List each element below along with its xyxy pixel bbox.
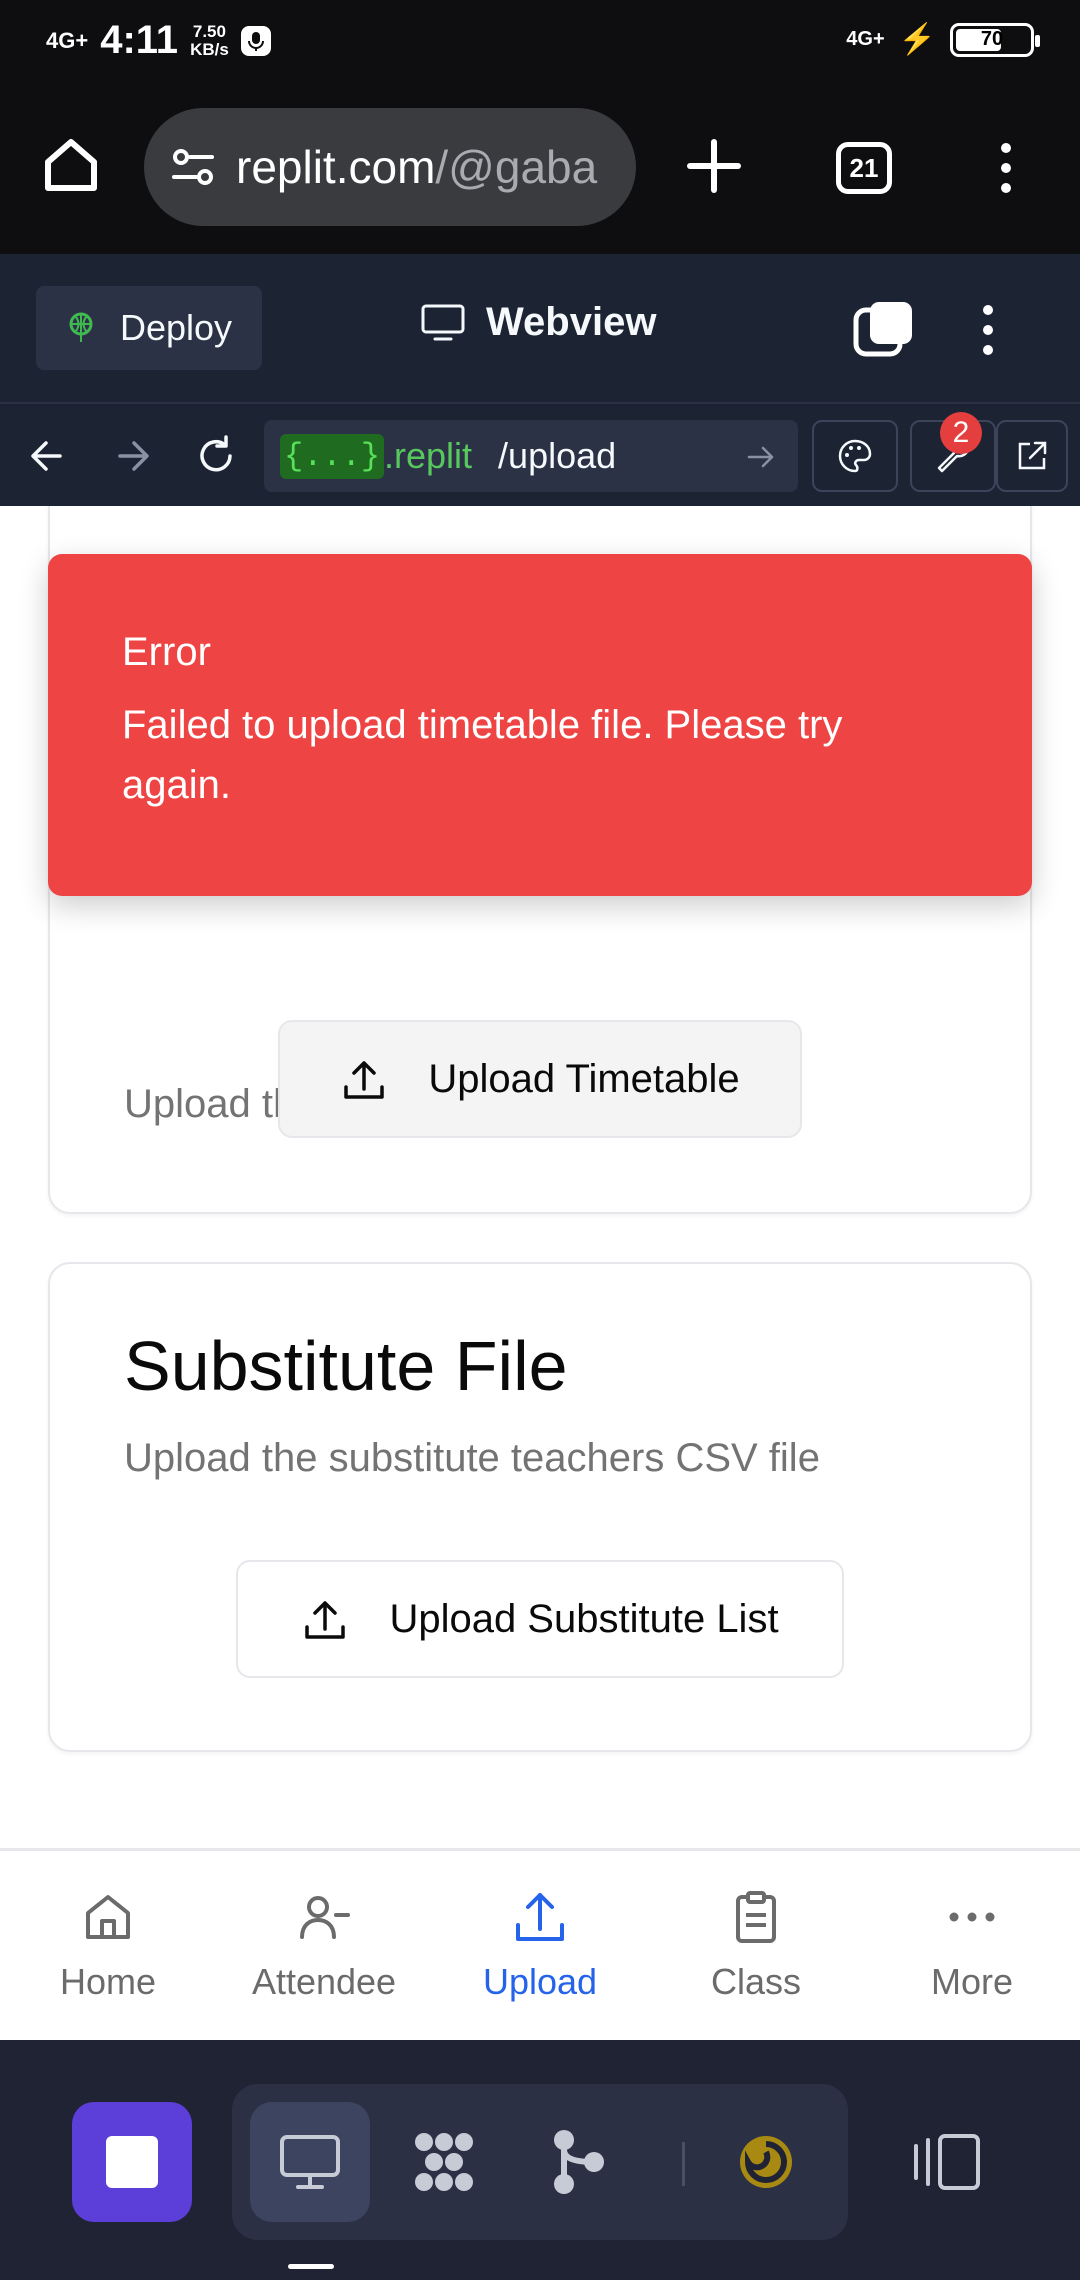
tab-switcher-button[interactable]: 21 bbox=[836, 142, 892, 194]
charging-icon: ⚡ bbox=[898, 23, 936, 56]
gesture-bar bbox=[288, 2264, 334, 2269]
browser-menu-icon[interactable] bbox=[986, 140, 1026, 196]
replit-header: Deploy Webview bbox=[0, 254, 1080, 404]
repl-url-tag: {...} bbox=[280, 433, 385, 479]
webview-label: Webview bbox=[486, 300, 657, 344]
nav-more[interactable]: More bbox=[872, 1887, 1072, 2003]
site-settings-icon[interactable] bbox=[168, 142, 218, 192]
new-tab-icon[interactable] bbox=[686, 138, 742, 194]
browser-toolbar: replit.com/@gaba 21 bbox=[0, 84, 1080, 254]
microphone-icon bbox=[240, 25, 271, 56]
nav-more-label: More bbox=[930, 1961, 1014, 2002]
substitute-card-title: Substitute File bbox=[124, 1327, 568, 1405]
webview-nav-bar: {...} .replit /upload 2 bbox=[0, 406, 1080, 506]
toast-message: Failed to upload timetable file. Please … bbox=[122, 703, 843, 807]
upload-substitute-label: Upload Substitute List bbox=[389, 1596, 779, 1641]
agent-tool[interactable] bbox=[384, 2102, 504, 2222]
nav-attendee[interactable]: Attendee bbox=[224, 1887, 424, 2003]
upload-icon bbox=[344, 1061, 385, 1099]
dock-tools bbox=[232, 2084, 848, 2240]
toast-title: Error bbox=[122, 630, 211, 674]
nav-class[interactable]: Class bbox=[656, 1887, 856, 2003]
nav-attendee-label: Attendee bbox=[251, 1961, 397, 2002]
devtools-badge: 2 bbox=[940, 412, 982, 454]
swirl-logo-icon bbox=[740, 2136, 792, 2188]
address-bar[interactable]: replit.com/@gaba bbox=[144, 108, 636, 226]
home-icon bbox=[86, 1895, 130, 1939]
webview-tool[interactable] bbox=[250, 2102, 370, 2222]
network-speed: 7.50 KB/s bbox=[190, 21, 229, 59]
repl-host: .replit bbox=[384, 435, 473, 476]
palette-icon bbox=[838, 439, 872, 473]
upload-substitute-button[interactable]: Upload Substitute List bbox=[236, 1560, 844, 1678]
status-bar: 4G+ 4:11 7.50 KB/s 4G+ ⚡ 70 bbox=[0, 0, 1080, 84]
repl-path: /upload bbox=[498, 435, 617, 476]
home-icon[interactable] bbox=[40, 134, 102, 196]
nav-home[interactable]: Home bbox=[8, 1887, 208, 2003]
app-bottom-nav: Home Attendee Upload Class More bbox=[0, 1848, 1080, 2040]
status-time: 4:11 bbox=[100, 18, 179, 62]
clipboard-icon bbox=[736, 1891, 776, 1943]
deploy-button[interactable]: Deploy bbox=[36, 286, 262, 370]
upload-icon bbox=[305, 1601, 346, 1639]
go-arrow-icon[interactable] bbox=[746, 442, 776, 472]
webview-address-bar[interactable]: {...} .replit /upload bbox=[264, 420, 798, 492]
open-new-tab-button[interactable] bbox=[996, 420, 1068, 492]
signal-indicator: 4G+ bbox=[46, 27, 89, 53]
battery-icon: 70 bbox=[950, 22, 1040, 57]
replit-dock bbox=[0, 2040, 1080, 2280]
git-tool[interactable] bbox=[518, 2102, 638, 2222]
upload-icon bbox=[516, 1893, 564, 1941]
dock-divider bbox=[682, 2142, 685, 2186]
monitor-icon bbox=[421, 304, 465, 340]
url-text: replit.com/@gaba bbox=[236, 141, 598, 193]
nav-home-label: Home bbox=[59, 1961, 157, 2002]
substitute-card-subtitle: Upload the substitute teachers CSV file bbox=[124, 1436, 820, 1480]
split-pane-icon[interactable] bbox=[852, 298, 916, 362]
extension-tool[interactable] bbox=[706, 2102, 826, 2222]
git-branch-icon bbox=[554, 2130, 604, 2194]
back-arrow-icon[interactable] bbox=[22, 430, 74, 482]
forward-arrow-icon[interactable] bbox=[106, 430, 158, 482]
error-toast[interactable]: Error Failed to upload timetable file. P… bbox=[48, 554, 1032, 896]
theme-button[interactable] bbox=[812, 420, 898, 492]
network-indicator: 4G+ bbox=[846, 28, 885, 50]
nav-class-label: Class bbox=[710, 1961, 802, 2002]
stop-button[interactable] bbox=[72, 2102, 192, 2222]
external-link-icon bbox=[1018, 441, 1047, 470]
reload-icon[interactable] bbox=[190, 430, 242, 482]
stop-icon bbox=[106, 2136, 158, 2188]
app-content: Upload the school timetable CSV file Upl… bbox=[0, 506, 1080, 2040]
side-panel-icon[interactable] bbox=[912, 2132, 984, 2192]
deploy-label: Deploy bbox=[120, 307, 233, 348]
webview-tab[interactable]: Webview bbox=[420, 300, 656, 345]
nav-upload[interactable]: Upload bbox=[440, 1887, 640, 2003]
monitor-icon bbox=[280, 2135, 340, 2189]
upload-timetable-label: Upload Timetable bbox=[428, 1056, 740, 1101]
workspace-menu-icon[interactable] bbox=[968, 298, 1008, 362]
nav-upload-label: Upload bbox=[482, 1961, 598, 2002]
upload-timetable-button[interactable]: Upload Timetable bbox=[278, 1020, 802, 1138]
user-minus-icon bbox=[300, 1896, 350, 1939]
more-horizontal-icon bbox=[949, 1912, 995, 1922]
deploy-icon bbox=[69, 312, 93, 342]
agent-icon bbox=[415, 2133, 473, 2191]
substitute-card: Substitute File Upload the substitute te… bbox=[48, 1262, 1032, 1752]
